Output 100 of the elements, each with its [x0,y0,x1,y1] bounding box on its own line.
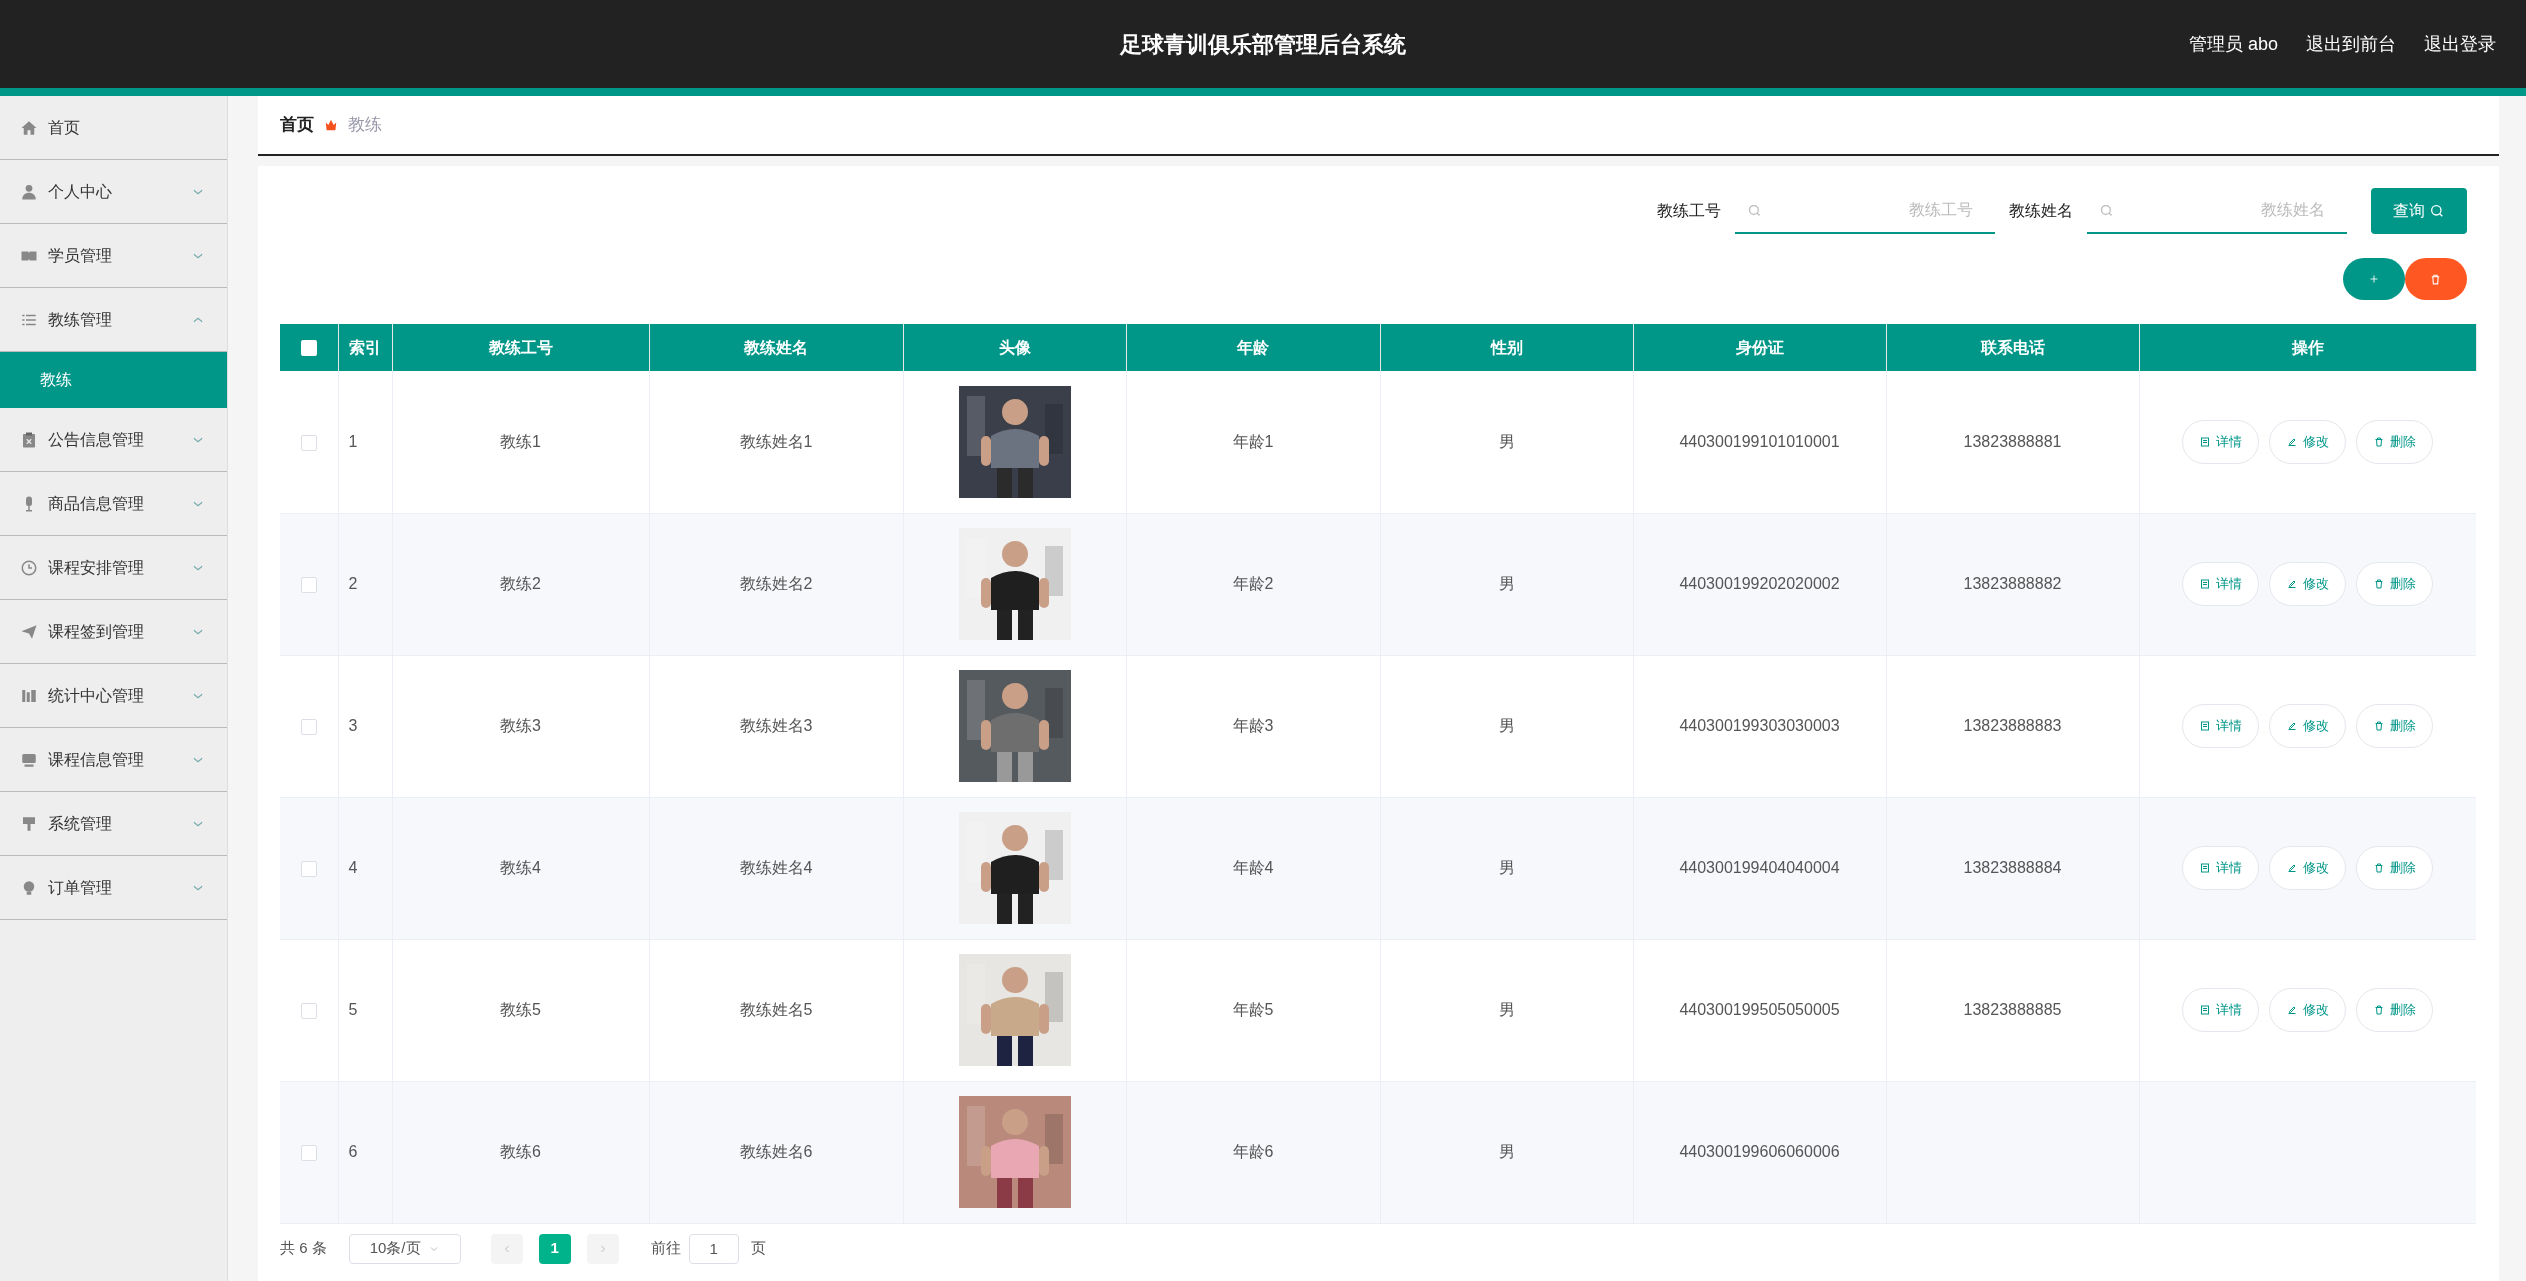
row-checkbox[interactable] [300,434,317,451]
sidebar-item[interactable]: 公告信息管理 [0,408,227,472]
table-cell: 年龄1 [1126,371,1380,513]
submenu-item[interactable]: 教练 [0,352,227,408]
delete-button[interactable]: 删除 [2356,846,2434,890]
breadcrumb-link[interactable]: 教练 [348,112,382,138]
document-icon [2199,720,2212,732]
table-cell: 教练2 [392,513,649,655]
row-checkbox[interactable] [300,1002,317,1019]
table-cell: 3 [338,655,392,797]
trash-icon [2373,862,2386,874]
row-checkbox[interactable] [300,576,317,593]
crown-icon [324,118,338,132]
page-input[interactable]: 1 [688,1233,739,1264]
field-label: 教练姓名 [2008,201,2073,221]
clock-icon [20,558,38,577]
row-checkbox[interactable] [300,1144,317,1161]
table-cell: 13823888883 [1886,655,2139,797]
next-page-button[interactable] [586,1233,619,1264]
table-cell: 13823888882 [1886,513,2139,655]
details-button[interactable]: 详情 [2182,562,2260,606]
page-suffix: 页 [750,1238,766,1259]
sidebar-item[interactable]: 商品信息管理 [0,472,227,536]
sidebar-item[interactable]: 首页 [0,96,227,160]
table-cell: 教练4 [392,797,649,939]
table-cell: 440300199606060006 [1633,1081,1886,1223]
pencil-icon [2286,862,2299,874]
sidebar-item[interactable]: 学员管理 [0,224,227,288]
trash-icon [2429,272,2442,286]
sidebar-item[interactable]: 课程信息管理 [0,728,227,792]
table-cell: 440300199505050005 [1633,939,1886,1081]
sidebar-item[interactable]: 系统管理 [0,792,227,856]
edit-button[interactable]: 修改 [2269,704,2347,748]
table-cell: 年龄4 [1126,797,1380,939]
sidebar-item[interactable]: 统计中心管理 [0,664,227,728]
table-cell: 4 [338,797,392,939]
table-cell: 男 [1380,655,1633,797]
pencil-icon [2286,720,2299,732]
total-count: 共 6 条 [280,1238,327,1259]
table-cell: 教练6 [392,1081,649,1223]
document-icon [2199,435,2212,448]
table-cell: 男 [1380,371,1633,513]
sidebar-item[interactable]: 课程签到管理 [0,600,227,664]
header-link[interactable]: 退出登录 [2424,30,2496,58]
details-button[interactable]: 详情 [2182,988,2260,1032]
row-checkbox[interactable] [300,860,317,877]
page-button[interactable]: 1 [538,1233,571,1264]
table-cell: 男 [1380,797,1633,939]
table-cell: 440300199101010001 [1633,371,1886,513]
details-button[interactable]: 详情 [2182,419,2260,464]
table-cell: 13823888881 [1886,371,2139,513]
sidebar-item[interactable]: 课程安排管理 [0,536,227,600]
trash-icon [2373,1004,2386,1016]
add-button[interactable] [2342,258,2405,300]
trash-icon [2373,435,2386,448]
header-link[interactable]: 退出到前台 [2306,30,2396,58]
table-cell: 教练姓名2 [649,513,903,655]
details-button[interactable]: 详情 [2182,704,2260,748]
delete-button[interactable] [2404,258,2467,300]
page-size-select[interactable]: 10条/页 [348,1233,461,1264]
search-icon [2098,203,2114,218]
details-button[interactable]: 详情 [2182,846,2260,890]
table-cell: 教练姓名6 [649,1081,903,1223]
search-field[interactable]: 教练姓名 [2086,188,2347,234]
field-label: 教练工号 [1656,201,1721,221]
user-icon [20,182,38,201]
edit-button[interactable]: 修改 [2269,562,2347,606]
table-cell: 教练3 [392,655,649,797]
delete-button[interactable]: 删除 [2356,704,2434,748]
edit-button[interactable]: 修改 [2269,419,2347,464]
table-cell: 5 [338,939,392,1081]
edit-button[interactable]: 修改 [2269,846,2347,890]
search-button[interactable]: 查询 [2370,188,2467,234]
table-cell: 2 [338,513,392,655]
delete-button[interactable]: 删除 [2356,988,2434,1032]
search-icon [2428,203,2445,219]
pencil-icon [2286,1004,2299,1016]
app-title: 足球青训俱乐部管理后台系统 [1120,30,1406,59]
select-all-checkbox[interactable] [300,340,317,357]
previous-page-button[interactable] [490,1233,523,1264]
edit-button[interactable]: 修改 [2269,988,2347,1032]
search-field[interactable]: 教练工号 [1734,188,1995,234]
search-icon [1746,203,1762,218]
document-icon [2199,862,2212,874]
table-cell: 男 [1380,513,1633,655]
breadcrumb-link[interactable]: 首页 [280,112,314,138]
table-cell: 13823888885 [1886,939,2139,1081]
delete-button[interactable]: 删除 [2356,562,2434,606]
trash-icon [2373,720,2386,732]
table-cell: 440300199202020002 [1633,513,1886,655]
row-checkbox[interactable] [300,718,317,735]
header-link[interactable]: 管理员 abo [2188,30,2278,58]
table-cell: 年龄3 [1126,655,1380,797]
pencil-icon [2286,578,2299,590]
sidebar-item[interactable]: 个人中心 [0,160,227,224]
delete-button[interactable]: 删除 [2356,419,2434,464]
document-icon [2199,578,2212,590]
table-cell: 6 [338,1081,392,1223]
table-cell: 440300199303030003 [1633,655,1886,797]
sidebar-item[interactable]: 订单管理 [0,856,227,920]
